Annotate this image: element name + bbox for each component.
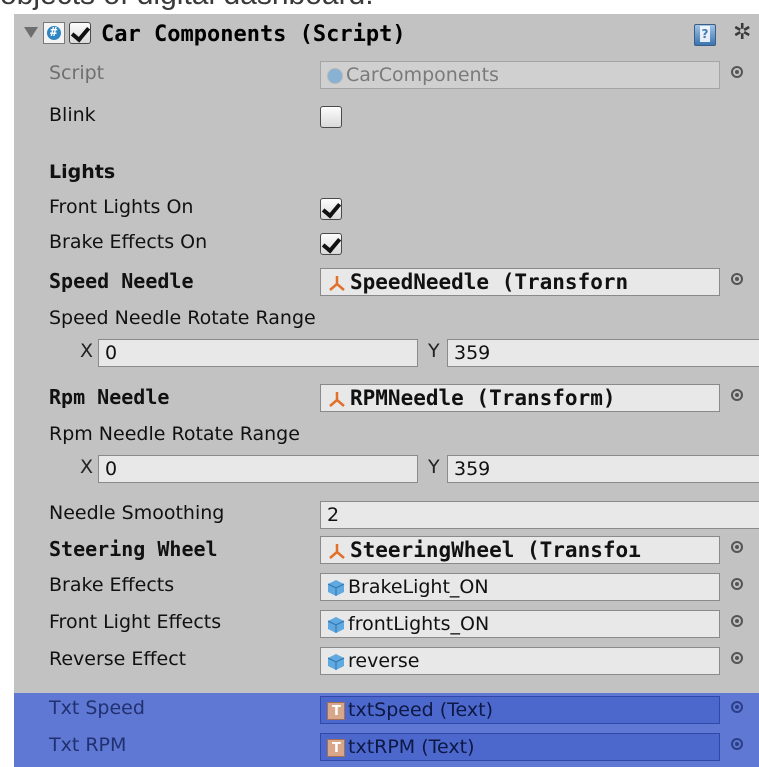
front-light-effects-label: Front Light Effects [49, 611, 222, 633]
speed-needle-value: SpeedNeedle (Transforn [350, 270, 629, 294]
object-picker-icon[interactable] [731, 652, 743, 664]
script-icon [43, 22, 65, 44]
steering-wheel-value: SteeringWheel (Transfoı [350, 538, 641, 562]
object-picker-icon[interactable] [731, 701, 743, 713]
speed-range-y-label: Y [428, 340, 440, 362]
script-label: Script [49, 62, 105, 84]
brake-effects-on-label: Brake Effects On [49, 231, 208, 253]
text-component-icon [327, 699, 345, 723]
speed-needle-label: Speed Needle [49, 269, 194, 293]
blink-label: Blink [49, 104, 96, 126]
row-reverse-effect: Reverse Effect reverse [14, 644, 759, 678]
page-caption: objects of digital dashboard. [0, 0, 759, 14]
txt-speed-field[interactable]: txtSpeed (Text) [320, 696, 720, 724]
script-value: CarComponents [346, 64, 499, 86]
checkmark-icon [321, 198, 342, 219]
prefab-cube-icon [327, 579, 345, 596]
brake-effects-label: Brake Effects [49, 574, 175, 596]
speed-range-x-field[interactable]: 0 [98, 339, 418, 367]
object-picker-icon[interactable] [731, 66, 743, 78]
foldout-arrow-icon[interactable] [24, 27, 38, 38]
prefab-cube-icon [327, 653, 345, 670]
speed-range-label: Speed Needle Rotate Range [49, 307, 316, 329]
checkmark-icon [321, 233, 342, 254]
row-script: Script CarComponents [14, 58, 759, 92]
row-front-light-effects: Front Light Effects frontLights_ON [14, 607, 759, 641]
help-icon[interactable]: ? [694, 24, 716, 46]
steering-wheel-field[interactable]: SteeringWheel (Transfoı [320, 536, 720, 564]
object-picker-icon[interactable] [731, 615, 743, 627]
gear-icon[interactable]: ✲ [733, 19, 751, 47]
row-brake-effects-on: Brake Effects On [14, 227, 759, 261]
row-lights-header: Lights [14, 157, 759, 191]
inspector-panel: Car Components (Script) ? ✲ Script CarCo… [14, 14, 759, 767]
front-lights-on-checkbox[interactable] [320, 198, 342, 220]
blink-checkbox[interactable] [320, 106, 342, 128]
rpm-range-x-label: X [80, 456, 94, 478]
rpm-needle-value: RPMNeedle (Transform) [350, 386, 616, 410]
txt-rpm-field[interactable]: txtRPM (Text) [320, 733, 720, 761]
row-front-lights-on: Front Lights On [14, 192, 759, 226]
txt-speed-label: Txt Speed [49, 697, 145, 719]
brake-effects-field[interactable]: BrakeLight_ON [320, 573, 720, 601]
transform-icon [329, 392, 345, 407]
needle-smoothing-label: Needle Smoothing [49, 502, 225, 524]
rpm-range-y-field[interactable]: 359 [447, 455, 759, 483]
row-blink: Blink [14, 100, 759, 134]
script-file-icon [327, 67, 343, 84]
rpm-needle-label: Rpm Needle [49, 385, 170, 409]
txt-rpm-value: txtRPM (Text) [348, 736, 475, 758]
row-rpm-range-values: X 0 Y 359 [14, 452, 759, 486]
object-picker-icon[interactable] [731, 578, 743, 590]
object-picker-icon[interactable] [731, 273, 743, 285]
row-speed-range-label: Speed Needle Rotate Range [14, 303, 759, 337]
rpm-range-y-label: Y [428, 456, 440, 478]
row-txt-rpm[interactable]: Txt RPM txtRPM (Text) [14, 730, 759, 767]
brake-effects-on-checkbox[interactable] [320, 233, 342, 255]
text-component-icon [327, 736, 345, 760]
object-picker-icon[interactable] [731, 541, 743, 553]
speed-needle-field[interactable]: SpeedNeedle (Transforn [320, 268, 720, 296]
component-enabled-checkbox[interactable] [69, 22, 91, 44]
reverse-effect-label: Reverse Effect [49, 648, 187, 670]
script-field[interactable]: CarComponents [320, 61, 720, 89]
reverse-effect-field[interactable]: reverse [320, 647, 720, 675]
row-rpm-range-label: Rpm Needle Rotate Range [14, 419, 759, 453]
brake-effects-value: BrakeLight_ON [348, 576, 489, 598]
front-light-effects-field[interactable]: frontLights_ON [320, 610, 720, 638]
checkmark-icon [70, 22, 91, 43]
rpm-range-label: Rpm Needle Rotate Range [49, 423, 300, 445]
row-speed-range-values: X 0 Y 359 [14, 336, 759, 370]
reverse-effect-value: reverse [348, 650, 420, 672]
transform-icon [329, 276, 345, 291]
txt-rpm-label: Txt RPM [49, 734, 127, 756]
component-title: Car Components (Script) [101, 22, 406, 47]
component-header: Car Components (Script) ? ✲ [14, 14, 759, 56]
rpm-range-x-field[interactable]: 0 [98, 455, 418, 483]
txt-speed-value: txtSpeed (Text) [348, 699, 493, 721]
object-picker-icon[interactable] [731, 389, 743, 401]
rpm-needle-field[interactable]: RPMNeedle (Transform) [320, 384, 720, 412]
lights-section-header: Lights [49, 161, 116, 183]
speed-range-y-field[interactable]: 359 [447, 339, 759, 367]
row-steering-wheel: Steering Wheel SteeringWheel (Transfoı [14, 533, 759, 567]
row-rpm-needle: Rpm Needle RPMNeedle (Transform) [14, 381, 759, 415]
row-speed-needle: Speed Needle SpeedNeedle (Transforn [14, 265, 759, 299]
row-txt-speed[interactable]: Txt Speed txtSpeed (Text) [14, 693, 759, 730]
front-lights-on-label: Front Lights On [49, 196, 194, 218]
object-picker-icon[interactable] [731, 738, 743, 750]
row-needle-smoothing: Needle Smoothing 2 [14, 498, 759, 532]
speed-range-x-label: X [80, 340, 94, 362]
steering-wheel-label: Steering Wheel [49, 537, 218, 561]
transform-icon [329, 544, 345, 559]
row-brake-effects: Brake Effects BrakeLight_ON [14, 570, 759, 604]
front-light-effects-value: frontLights_ON [348, 613, 490, 635]
needle-smoothing-field[interactable]: 2 [320, 501, 759, 529]
prefab-cube-icon [327, 616, 345, 633]
